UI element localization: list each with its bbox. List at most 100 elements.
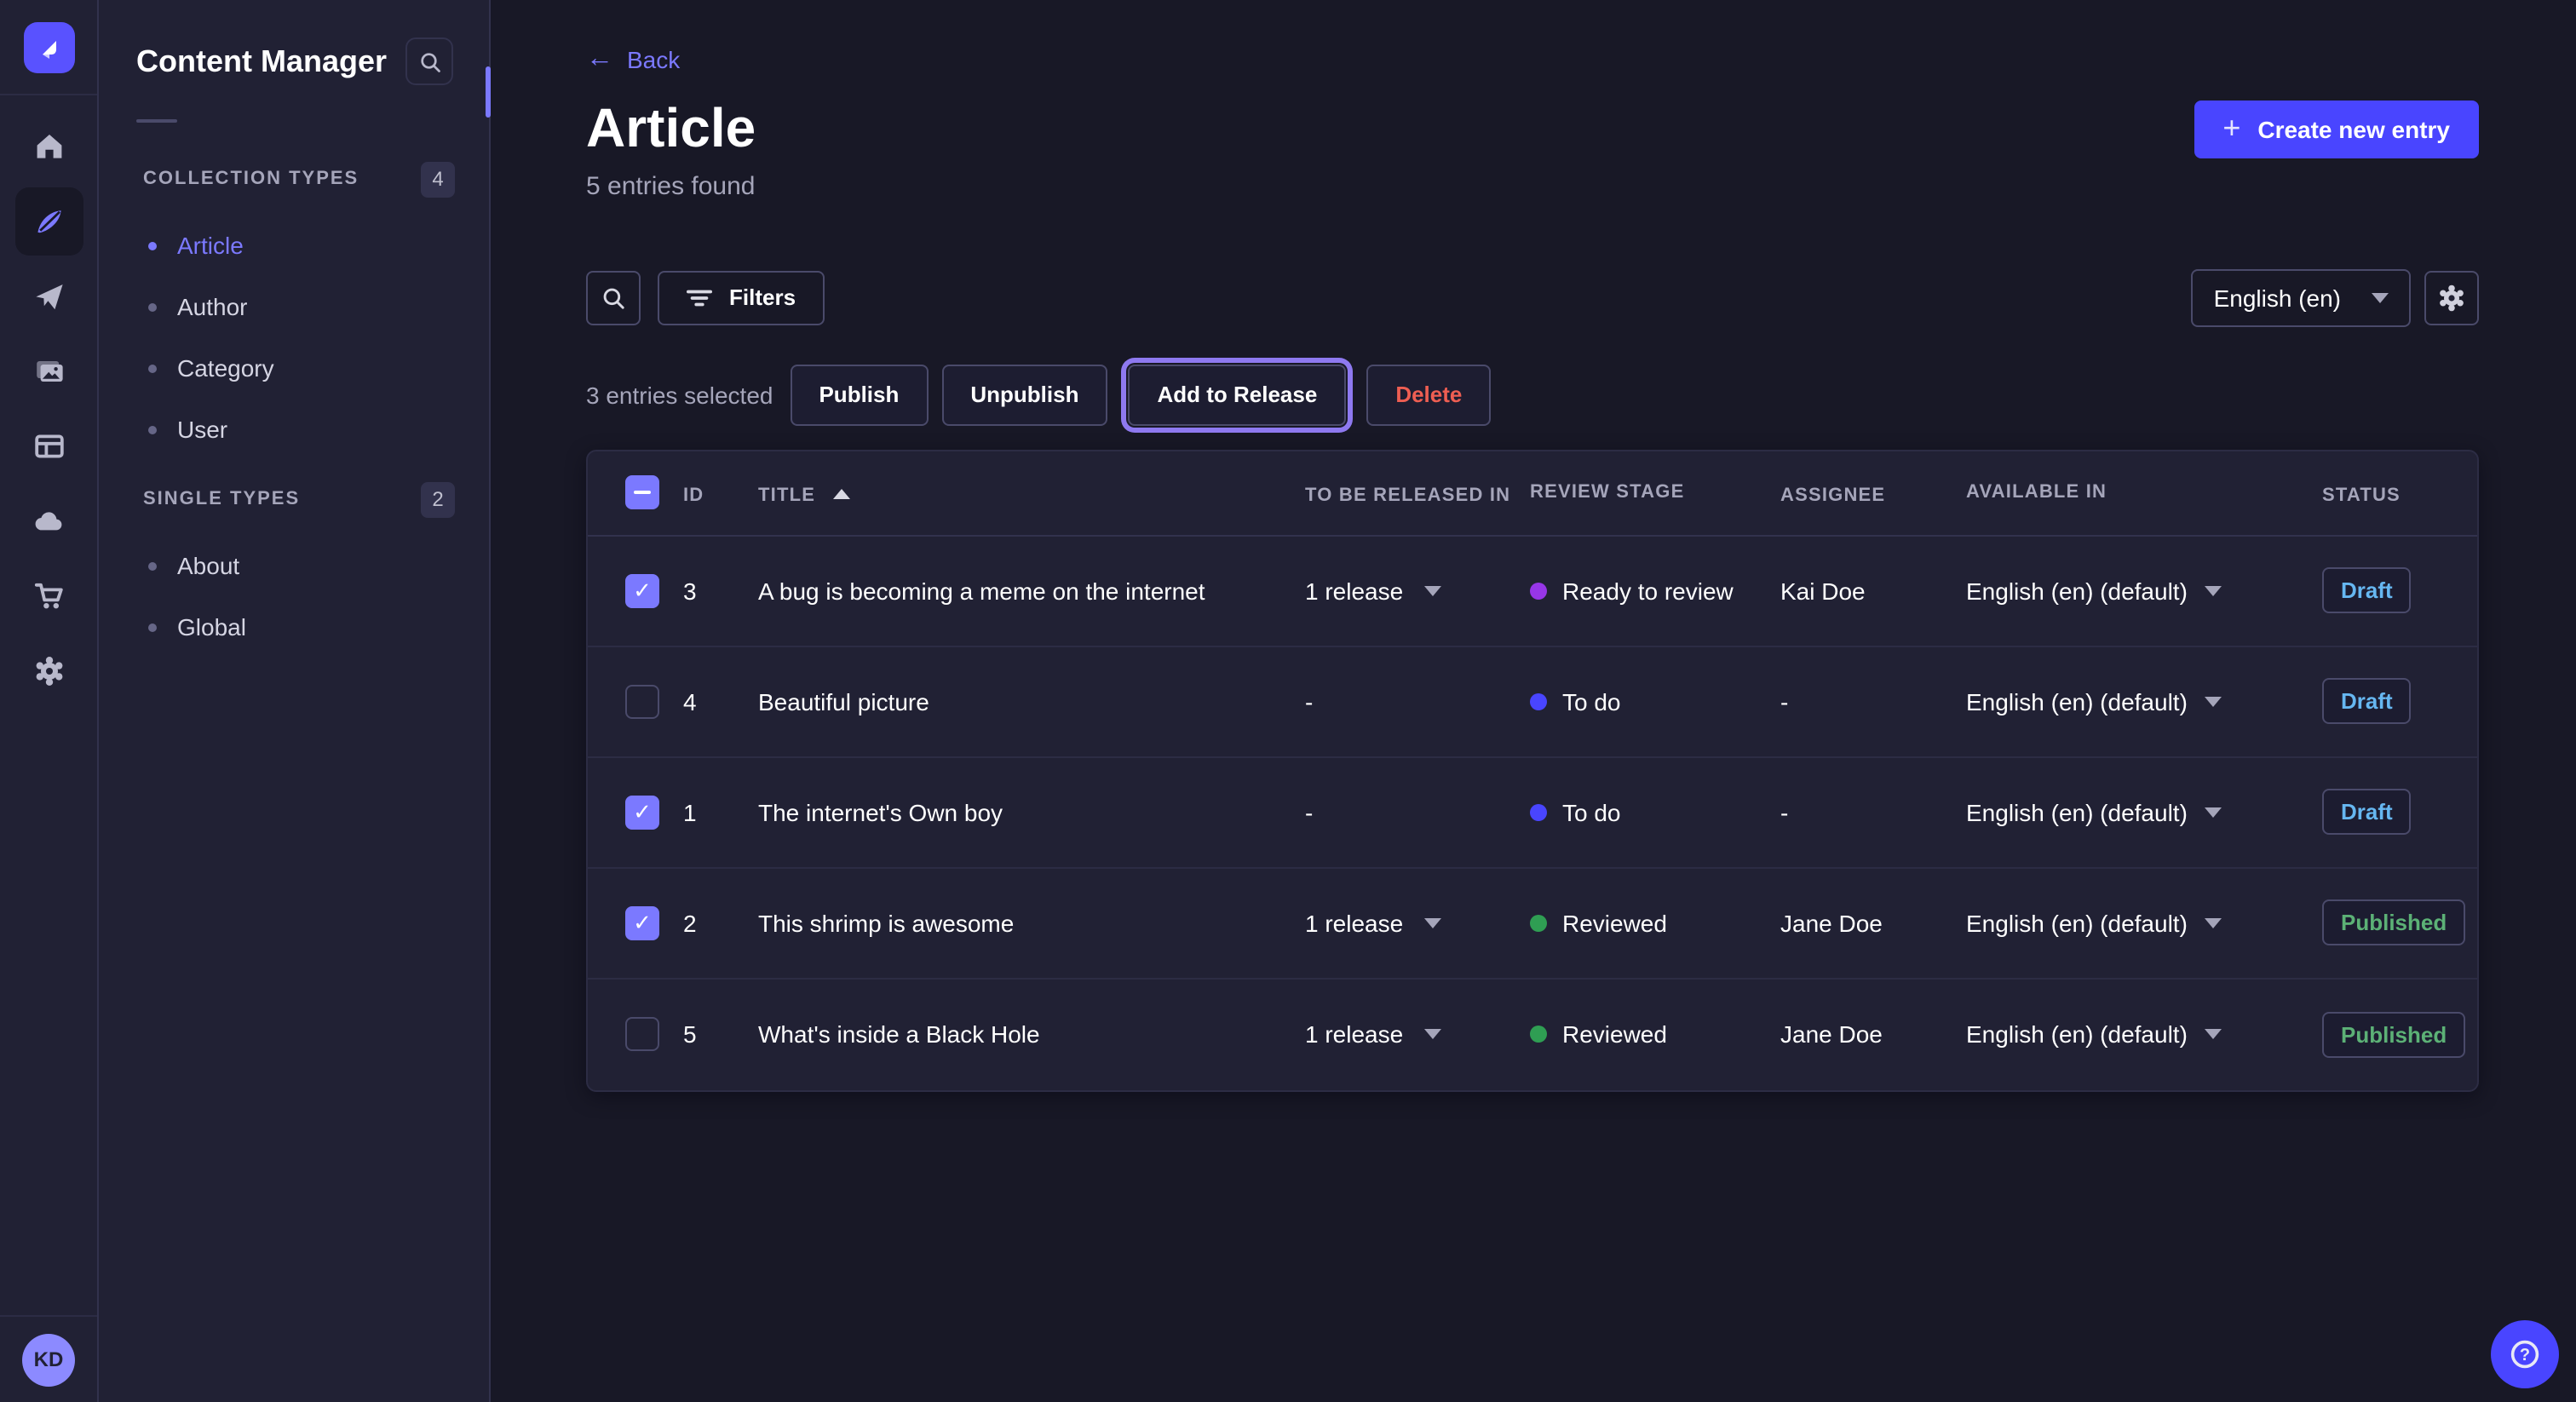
column-header-label[interactable]: TITLE (758, 486, 815, 507)
row-checkbox-cell (588, 574, 683, 608)
add-to-release-button[interactable]: Add to Release (1128, 365, 1346, 426)
main-nav-sidebar: KD (0, 0, 99, 1402)
locale-label: English (en) (default) (1966, 799, 2188, 826)
create-new-entry-button[interactable]: + Create new entry (2194, 101, 2479, 158)
stage-label: To do (1562, 799, 1621, 826)
cell-id: 3 (683, 577, 758, 605)
nav-section-label: SINGLE TYPES (143, 489, 300, 509)
release-dropdown[interactable]: 1 release (1305, 577, 1440, 605)
select-all-checkbox[interactable] (625, 476, 659, 510)
content-manager-sidebar: Content Manager COLLECTION TYPES4Article… (99, 0, 491, 1402)
nav-section-items: ArticleAuthorCategoryUser (99, 215, 489, 460)
view-settings-button[interactable] (2424, 271, 2479, 325)
chevron-down-icon[interactable] (2205, 586, 2222, 596)
stage-label: Ready to review (1562, 577, 1734, 605)
table-row[interactable]: 5What's inside a Black Hole1 releaseRevi… (588, 980, 2477, 1090)
row-checkbox-cell (588, 906, 683, 940)
chevron-down-icon (1423, 918, 1440, 928)
row-checkbox[interactable] (625, 796, 659, 830)
table-row[interactable]: 2This shrimp is awesome1 releaseReviewed… (588, 869, 2477, 980)
gear-icon (2436, 283, 2467, 313)
row-checkbox[interactable] (625, 906, 659, 940)
publish-button[interactable]: Publish (790, 365, 928, 426)
cell-available-in: English (en) (default) (1949, 577, 2322, 605)
row-checkbox-cell (588, 1018, 683, 1052)
svg-text:?: ? (2520, 1346, 2530, 1365)
bulk-actions-bar: 3 entries selected PublishUnpublishAdd t… (586, 365, 2479, 426)
table-header-row: ID TITLE TO BE RELEASED IN REVIEW STAGE ASSI… (588, 451, 2477, 537)
column-header-label[interactable]: STATUS (2322, 486, 2401, 507)
column-header-id: ID (683, 480, 758, 507)
cell-assignee: - (1780, 799, 1949, 826)
column-header-title: TITLE (758, 480, 1279, 507)
row-checkbox[interactable] (625, 1018, 659, 1052)
column-header-review-stage: REVIEW STAGE (1521, 483, 1780, 503)
column-header-label[interactable]: ID (683, 486, 704, 507)
chevron-down-icon[interactable] (2205, 807, 2222, 818)
sidebar-item-category[interactable]: Category (99, 337, 489, 399)
delete-button[interactable]: Delete (1366, 365, 1491, 426)
table-row[interactable]: 3A bug is becoming a meme on the interne… (588, 537, 2477, 647)
nav-content-type-builder-icon[interactable] (14, 412, 83, 480)
cell-to-be-released-in: - (1279, 688, 1521, 715)
sidebar-item-global[interactable]: Global (99, 596, 489, 658)
nav-section-single-types: SINGLE TYPES2AboutGlobal (99, 474, 489, 658)
column-header-label[interactable]: TO BE RELEASED IN (1305, 486, 1510, 507)
sidebar-item-about[interactable]: About (99, 535, 489, 596)
column-header-label[interactable]: AVAILABLE IN (1966, 483, 2107, 503)
user-avatar[interactable]: KD (22, 1333, 75, 1386)
nav-media-library-icon[interactable] (14, 337, 83, 405)
nav-cloud-icon[interactable] (14, 487, 83, 555)
sidebar-item-article[interactable]: Article (99, 215, 489, 276)
chevron-down-icon[interactable] (2205, 1030, 2222, 1040)
bullet-icon (148, 425, 157, 434)
marketplace-icon (32, 579, 66, 613)
column-header-available-in: AVAILABLE IN (1949, 483, 2322, 503)
release-dropdown[interactable]: 1 release (1305, 910, 1440, 937)
cell-to-be-released-in: - (1279, 799, 1521, 826)
cell-review-stage: To do (1521, 688, 1780, 715)
cell-title: This shrimp is awesome (758, 910, 1279, 937)
nav-section-collection-types: COLLECTION TYPES4ArticleAuthorCategoryUs… (99, 153, 489, 460)
chevron-down-icon[interactable] (2205, 697, 2222, 707)
locale-label: English (en) (default) (1966, 577, 2188, 605)
row-checkbox[interactable] (625, 574, 659, 608)
locale-select[interactable]: English (en) (2192, 269, 2411, 327)
page-heading: Article 5 entries found (586, 97, 756, 201)
stage-dot (1530, 804, 1547, 821)
cell-id: 4 (683, 688, 758, 715)
sidebar-title: Content Manager (136, 43, 387, 79)
table-row[interactable]: 1The internet's Own boy-To do-English (e… (588, 758, 2477, 869)
filters-button[interactable]: Filters (658, 271, 825, 325)
chevron-down-icon (1423, 586, 1440, 596)
entries-table: ID TITLE TO BE RELEASED IN REVIEW STAGE ASSI… (586, 450, 2479, 1092)
strapi-logo[interactable] (23, 21, 74, 72)
content-type-builder-icon (32, 429, 66, 463)
sidebar-item-author[interactable]: Author (99, 276, 489, 337)
cell-status: Draft (2322, 790, 2477, 836)
settings-icon (32, 654, 66, 688)
chevron-down-icon[interactable] (2205, 918, 2222, 928)
nav-section-label: COLLECTION TYPES (143, 169, 359, 189)
select-all-cell (588, 476, 683, 510)
column-header-assignee: ASSIGNEE (1780, 480, 1949, 507)
back-link[interactable]: ← Back (586, 46, 680, 73)
stage-dot (1530, 915, 1547, 932)
sidebar-divider (136, 119, 177, 123)
nav-content-manager-icon[interactable] (14, 187, 83, 256)
help-button[interactable]: ? (2491, 1320, 2559, 1388)
nav-releases-icon[interactable] (14, 262, 83, 330)
nav-home-icon[interactable] (14, 112, 83, 181)
nav-marketplace-icon[interactable] (14, 562, 83, 630)
sidebar-item-user[interactable]: User (99, 399, 489, 460)
nav-settings-icon[interactable] (14, 637, 83, 705)
row-checkbox[interactable] (625, 685, 659, 719)
column-header-label[interactable]: ASSIGNEE (1780, 486, 1885, 507)
sidebar-search-button[interactable] (405, 37, 453, 85)
release-dropdown[interactable]: 1 release (1305, 1021, 1440, 1049)
search-button[interactable] (586, 271, 641, 325)
column-header-label[interactable]: REVIEW STAGE (1530, 483, 1684, 503)
unpublish-button[interactable]: Unpublish (941, 365, 1107, 426)
table-row[interactable]: 4Beautiful picture-To do-English (en) (d… (588, 647, 2477, 758)
status-badge: Published (2322, 1012, 2465, 1058)
